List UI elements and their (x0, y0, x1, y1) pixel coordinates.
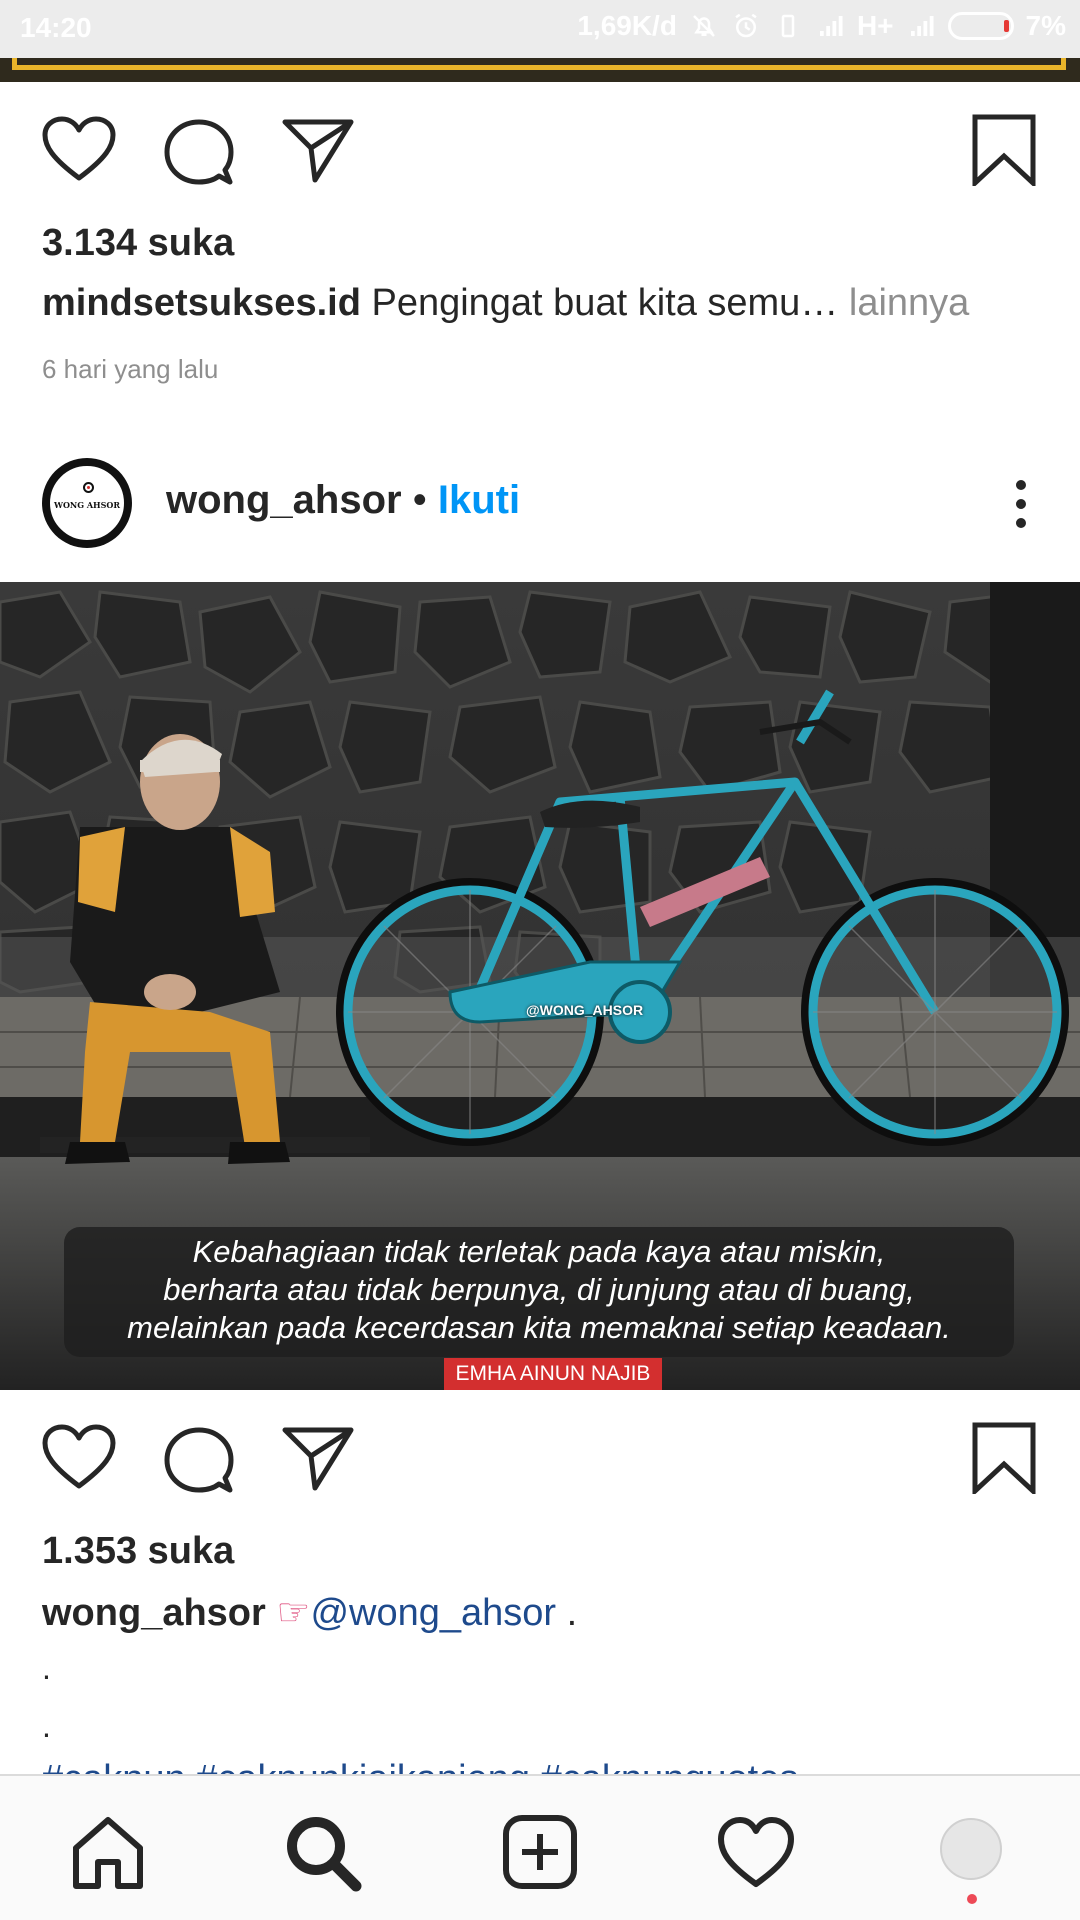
caption-username[interactable]: wong_ahsor (42, 1592, 266, 1634)
battery-level: 7% (1025, 10, 1066, 41)
caption-more-link[interactable]: lainnya (849, 282, 969, 324)
quote-line: berharta atau tidak berpunya, di junjung… (163, 1272, 915, 1307)
post2-like-count[interactable]: 1.353 suka (42, 1530, 234, 1573)
comment-icon[interactable] (164, 1426, 234, 1494)
post1-timestamp: 6 hari yang lalu (42, 354, 219, 384)
post2-image[interactable]: @WONG_AHSOR Kebahagiaan tidak terletak p… (0, 582, 1080, 1390)
status-bar: 14:20 1,69K/d H+ 7% (0, 0, 1080, 58)
post2-caption: wong_ahsor ☞@wong_ahsor . (42, 1590, 577, 1635)
network-type: H+ (856, 10, 894, 41)
new-post-icon[interactable] (500, 1812, 580, 1892)
signal-icon (819, 16, 843, 36)
notification-dot (967, 1894, 977, 1904)
caption-mention-link[interactable]: @wong_ahsor (310, 1592, 556, 1634)
post1-like-count[interactable]: 3.134 suka (42, 222, 234, 265)
follow-button[interactable]: Ikuti (438, 478, 520, 522)
home-icon[interactable] (68, 1812, 148, 1892)
share-icon[interactable] (282, 1426, 354, 1492)
post2-user-line: wong_ahsor • Ikuti (166, 478, 520, 523)
username-separator: • (412, 478, 427, 522)
quote-line: melainkan pada kecerdasan kita memaknai … (127, 1310, 951, 1345)
caption-username[interactable]: mindsetsukses.id (42, 282, 361, 324)
bookmark-icon[interactable] (972, 1422, 1036, 1494)
post2-action-bar (0, 1402, 1080, 1512)
search-icon[interactable] (282, 1812, 362, 1892)
profile-avatar[interactable] (940, 1818, 1002, 1880)
caption-tail: . (556, 1592, 578, 1634)
battery-icon (947, 12, 1014, 40)
post2-username[interactable]: wong_ahsor (166, 478, 402, 522)
like-heart-icon[interactable] (42, 1424, 116, 1490)
status-time: 14:20 (20, 12, 92, 43)
alarm-icon (735, 13, 757, 38)
image-watermark: @WONG_AHSOR (526, 1002, 644, 1018)
pointing-hand-emoji: ☞ (276, 1592, 311, 1634)
status-indicators: 1,69K/d H+ 7% (577, 10, 1066, 42)
vibrate-icon (781, 14, 795, 38)
comment-icon[interactable] (164, 118, 234, 186)
bottom-navigation (0, 1774, 1080, 1920)
post1-action-bar (0, 94, 1080, 204)
caption-dot-line: . (42, 1650, 51, 1686)
signal-icon (910, 16, 934, 36)
caption-text: Pengingat buat kita semu… (371, 282, 839, 324)
avatar-logo-text: WONG AHSOR (53, 500, 121, 510)
post2-avatar[interactable]: WONG AHSOR (42, 458, 132, 548)
previous-post-image[interactable] (0, 58, 1080, 82)
network-speed: 1,69K/d (577, 10, 677, 41)
caption-dot-line: . (42, 1708, 51, 1744)
post1-caption: mindsetsukses.id Pengingat buat kita sem… (42, 282, 969, 325)
quote-line: Kebahagiaan tidak terletak pada kaya ata… (192, 1234, 886, 1269)
bookmark-icon[interactable] (972, 114, 1036, 186)
quote-author: EMHA AINUN NAJIB (444, 1358, 662, 1390)
more-options-icon[interactable] (1016, 480, 1028, 528)
avatar-logo-mark (83, 482, 94, 493)
share-icon[interactable] (282, 118, 354, 184)
alarm-off-icon (693, 15, 715, 37)
activity-icon[interactable] (716, 1812, 796, 1892)
quote-box: Kebahagiaan tidak terletak pada kaya ata… (64, 1227, 1014, 1357)
like-heart-icon[interactable] (42, 116, 116, 182)
post2-header: WONG AHSOR wong_ahsor • Ikuti (0, 450, 1080, 560)
